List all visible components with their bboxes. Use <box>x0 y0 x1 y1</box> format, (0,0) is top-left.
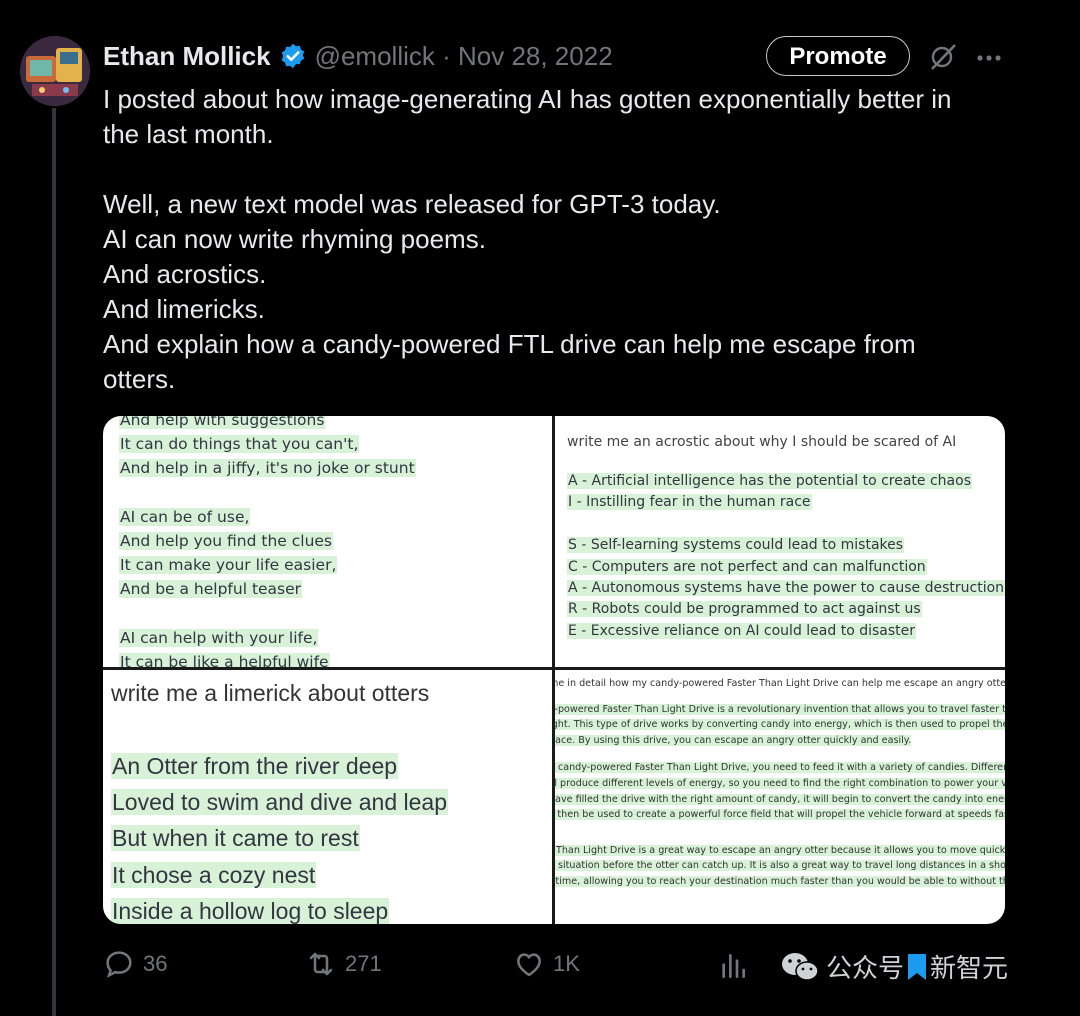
poem-line: AI can help with your life, <box>119 628 319 647</box>
tweet-line: And acrostics. <box>103 259 267 289</box>
ftl-line: e candy-powered Faster Than Light Drive,… <box>555 762 1005 774</box>
author-name[interactable]: Ethan Mollick <box>103 41 271 72</box>
acrostic-line: S - Self-learning systems could lead to … <box>567 537 905 554</box>
tweet-line: And limericks. <box>103 294 265 324</box>
limerick-prompt: write me a limerick about otters <box>111 680 430 706</box>
acrostic-line: E - Excessive reliance on AI could lead … <box>567 622 917 639</box>
tweet-line: Well, a new text model was released for … <box>103 189 721 219</box>
poem-line: It can do things that you can't, <box>119 435 360 454</box>
poem-line: And help with suggestions <box>119 416 326 429</box>
wechat-watermark: 公众号 新智元 <box>780 948 1008 985</box>
tweet-header: Ethan Mollick @emollick · Nov 28, 2022 <box>103 36 613 76</box>
ftl-line: e situation before the otter can catch u… <box>555 860 1005 872</box>
tweet-text: I posted about how image-generating AI h… <box>103 82 1033 397</box>
media-panel-acrostic[interactable]: write me an acrostic about why I should … <box>555 416 1005 667</box>
retweet-icon <box>309 952 333 976</box>
retweet-button[interactable]: 271 <box>305 948 382 980</box>
thread-line <box>52 108 56 1016</box>
media-panel-poem[interactable]: And help with suggestions It can do thin… <box>103 416 552 667</box>
limerick-line: Inside a hollow log to sleep <box>111 897 390 924</box>
ftl-line: ill produce different levels of energy, … <box>555 777 1005 789</box>
ftl-line: r Than Light Drive is a great way to esc… <box>555 844 1005 856</box>
more-options-icon[interactable] <box>974 43 1004 78</box>
ftl-prompt: me in detail how my candy-powered Faster… <box>555 678 1005 689</box>
media-panel-limerick[interactable]: write me a limerick about otters An Otte… <box>103 670 552 924</box>
tweet-line: And explain how a candy-powered FTL driv… <box>103 329 916 359</box>
ftl-line: pace. By using this drive, you can escap… <box>555 734 912 746</box>
limerick-line: An Otter from the river deep <box>111 753 399 779</box>
avatar[interactable] <box>20 36 90 106</box>
acrostic-line: C - Computers are not perfect and can ma… <box>567 558 927 575</box>
ftl-line: have filled the drive with the right amo… <box>555 793 1005 805</box>
promote-button[interactable]: Promote <box>766 36 910 76</box>
watermark-text-right: 新智元 <box>930 953 1009 983</box>
poem-line: It can be like a helpful wife <box>119 652 330 667</box>
tweet-line: I posted about how image-generating AI h… <box>103 84 952 114</box>
reply-count: 36 <box>143 951 168 976</box>
acrostic-line: R - Robots could be programmed to act ag… <box>567 601 922 618</box>
tweet-media-grid[interactable]: And help with suggestions It can do thin… <box>103 416 1005 924</box>
reply-button[interactable]: 36 <box>103 948 167 980</box>
author-handle-date[interactable]: @emollick · Nov 28, 2022 <box>315 41 613 72</box>
poem-line: And help in a jiffy, it's no joke or stu… <box>119 459 416 478</box>
acrostic-line: A - Autonomous systems have the power to… <box>567 579 1005 596</box>
acrostic-prompt: write me an acrostic about why I should … <box>567 434 957 450</box>
poem-line: AI can be of use, <box>119 507 251 526</box>
bookmark-icon <box>908 953 927 980</box>
tweet-line: otters. <box>103 364 176 394</box>
views-button[interactable] <box>717 950 757 982</box>
acrostic-line: I - Instilling fear in the human race <box>567 494 812 511</box>
ftl-line: ll then be used to create a powerful for… <box>555 809 1005 821</box>
tweet-line: the last month. <box>103 119 274 149</box>
verified-badge-icon <box>279 42 307 70</box>
grok-icon[interactable] <box>928 42 958 77</box>
wechat-icon <box>782 952 819 981</box>
poem-line: And help you find the clues <box>119 531 334 550</box>
like-button[interactable]: 1K <box>513 948 580 980</box>
ftl-line: y-powered Faster Than Light Drive is a r… <box>555 703 1005 715</box>
media-panel-ftl-drive[interactable]: me in detail how my candy-powered Faster… <box>555 670 1005 924</box>
reply-icon <box>106 951 132 978</box>
watermark-text-left: 公众号 <box>826 953 905 983</box>
acrostic-line: A - Artificial intelligence has the pote… <box>567 473 972 489</box>
tweet-line: AI can now write rhyming poems. <box>103 224 486 254</box>
poem-line: And be a helpful teaser <box>119 580 303 599</box>
limerick-line: It chose a cozy nest <box>111 861 317 888</box>
like-count: 1K <box>553 951 580 976</box>
limerick-line: Loved to swim and dive and leap <box>111 789 448 816</box>
limerick-line: But when it came to rest <box>111 825 360 852</box>
poem-line: It can make your life easier, <box>119 556 338 575</box>
heart-icon <box>517 953 541 977</box>
ftl-line: f time, allowing you to reach your desti… <box>555 875 1005 887</box>
analytics-icon <box>722 954 745 978</box>
ftl-line: ight. This type of drive works by conver… <box>555 719 1005 731</box>
retweet-count: 271 <box>345 951 382 976</box>
